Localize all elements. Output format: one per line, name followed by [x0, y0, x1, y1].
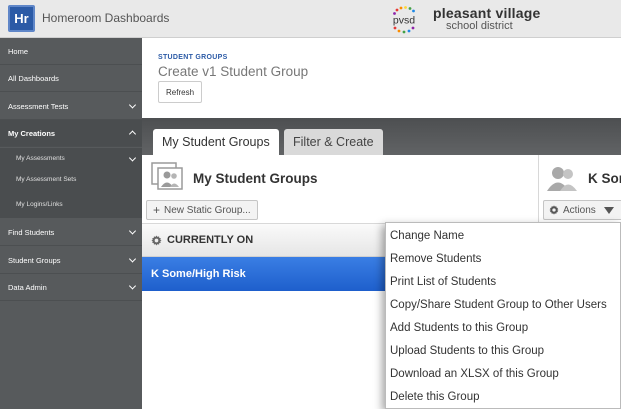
refresh-button[interactable]: Refresh	[158, 81, 203, 103]
chevron-up-icon	[128, 130, 137, 138]
chevron-down-icon	[128, 255, 137, 263]
menu-item-add-students[interactable]: Add Students to this Group	[386, 316, 620, 339]
chevron-down-icon	[128, 153, 137, 162]
chevron-down-icon	[128, 282, 137, 290]
breadcrumb[interactable]: STUDENT GROUPS	[158, 54, 228, 61]
sidebar-subitem-my-assessment-sets[interactable]: My Assessment Sets	[0, 169, 142, 190]
homeroom-logo[interactable]: Hr	[8, 5, 35, 32]
district-subtitle: school district	[446, 20, 513, 32]
menu-item-upload-students[interactable]: Upload Students to this Group	[386, 339, 620, 362]
menu-item-delete-group[interactable]: Delete this Group	[386, 385, 620, 408]
menu-item-print-list[interactable]: Print List of Students	[386, 270, 620, 293]
logo-text: Hr	[14, 11, 29, 26]
sidebar-item-find-students[interactable]: Find Students	[0, 219, 142, 246]
sidebar-item-assessment-tests[interactable]: Assessment Tests	[0, 93, 142, 120]
app-title[interactable]: Homeroom Dashboards	[42, 11, 169, 25]
caret-down-icon	[603, 206, 614, 214]
tab-filter-create[interactable]: Filter & Create	[284, 129, 383, 155]
page-title: Create v1 Student Group	[158, 64, 309, 79]
chevron-down-icon	[128, 101, 137, 109]
menu-item-change-name[interactable]: Change Name	[386, 224, 620, 247]
district-logo-text: pvsd	[393, 15, 415, 27]
menu-item-download-xlsx[interactable]: Download an XLSX of this Group	[386, 362, 620, 385]
district-name: pleasant village	[433, 5, 541, 21]
students-icon	[547, 167, 577, 191]
sidebar-subitem-label: My Assessments	[16, 155, 65, 162]
gear-icon	[151, 234, 162, 246]
sidebar-item-label: Find Students	[8, 227, 55, 237]
sidebar-item-data-admin[interactable]: Data Admin	[0, 274, 142, 301]
top-bar: Hr Homeroom Dashboards pvsd pleasant vil…	[0, 0, 621, 38]
sidebar-item-label: Home	[8, 46, 29, 56]
actions-button[interactable]: Actions	[543, 200, 621, 220]
sidebar-item-label: Student Groups	[8, 255, 61, 265]
student-group-icon	[151, 162, 183, 190]
sidebar-subitem-label: My Logins/Links	[16, 200, 63, 208]
new-static-group-label: New Static Group...	[164, 204, 251, 216]
panel-heading: My Student Groups	[193, 171, 318, 186]
menu-item-copy-share[interactable]: Copy/Share Student Group to Other Users	[386, 293, 620, 316]
actions-label: Actions	[563, 204, 596, 216]
sidebar-item-my-creations[interactable]: My Creations	[0, 120, 142, 147]
sidebar-item-label: Assessment Tests	[8, 101, 69, 111]
sidebar-item-all-dashboards[interactable]: All Dashboards	[0, 65, 142, 92]
tab-bar: My Student Groups Filter & Create	[142, 118, 621, 155]
sidebar-item-label: Data Admin	[8, 282, 47, 292]
sidebar-item-label: My Creations	[8, 128, 56, 138]
actions-menu: Change Name Remove Students Print List o…	[385, 222, 621, 409]
district-logo: pvsd	[393, 6, 415, 34]
page-header: STUDENT GROUPS Create v1 Student Group R…	[142, 38, 621, 118]
section-title: CURRENTLY ON	[167, 234, 254, 246]
tab-my-student-groups[interactable]: My Student Groups	[153, 129, 279, 155]
sidebar-item-student-groups[interactable]: Student Groups	[0, 247, 142, 274]
plus-icon: +	[153, 203, 161, 217]
sidebar-subitem-my-logins-links[interactable]: My Logins/Links	[0, 190, 142, 218]
group-detail-heading: K Som	[588, 171, 621, 186]
sidebar-subitem-my-assessments[interactable]: My Assessments	[0, 148, 142, 169]
sidebar-subitem-label: My Assessment Sets	[16, 176, 77, 183]
sidebar-item-label: All Dashboards	[8, 73, 59, 83]
gear-icon	[549, 205, 559, 215]
chevron-down-icon	[128, 227, 137, 235]
menu-item-remove-students[interactable]: Remove Students	[386, 247, 620, 270]
sidebar-item-home[interactable]: Home	[0, 38, 142, 65]
sidebar: Home All Dashboards Assessment Tests My …	[0, 38, 142, 409]
new-static-group-button[interactable]: + New Static Group...	[146, 200, 258, 220]
